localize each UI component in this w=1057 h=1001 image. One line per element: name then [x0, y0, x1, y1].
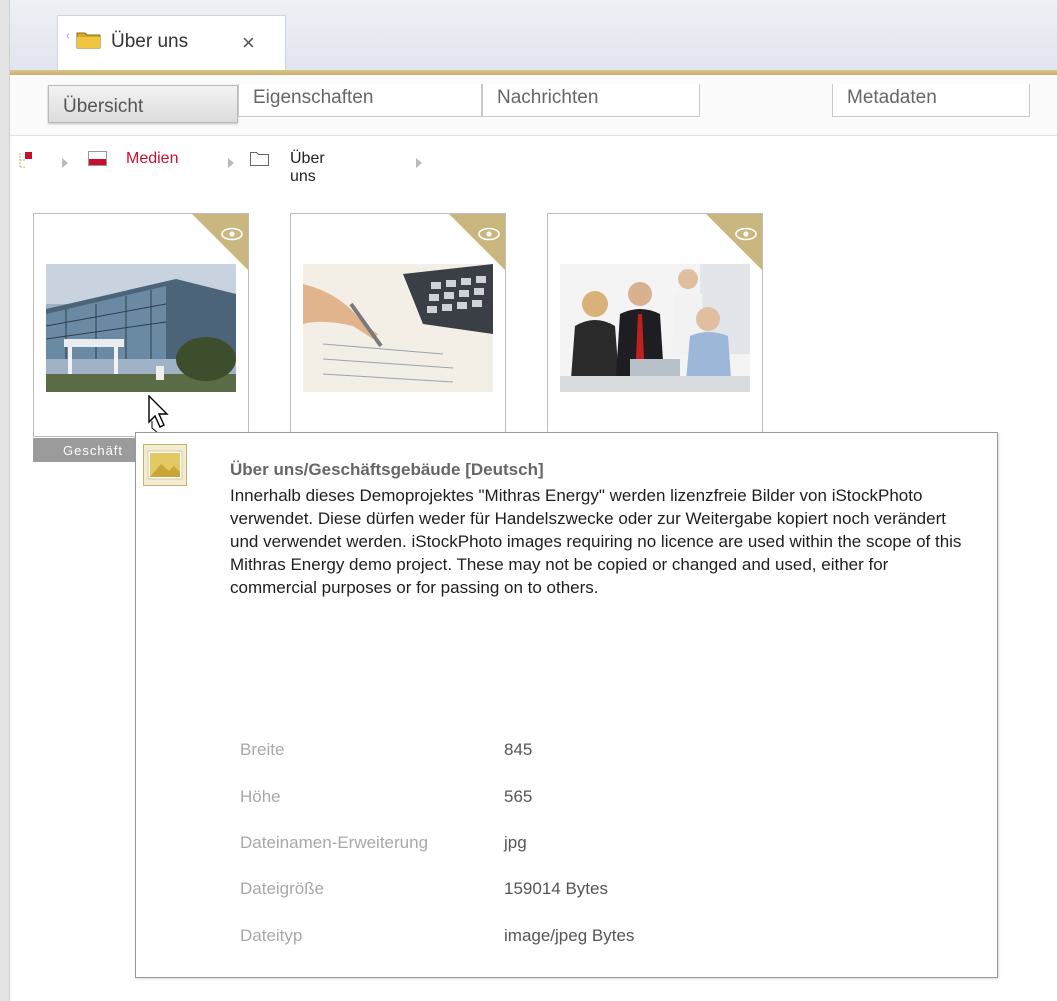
thumbnail-corner	[192, 214, 248, 270]
folder-outline-icon	[250, 152, 269, 166]
tab-label: Über uns	[111, 31, 189, 52]
breadcrumb-ueber-uns[interactable]: Über uns	[290, 150, 325, 186]
meta-label-dateigroesse: Dateigröße	[240, 879, 325, 898]
tooltip-title: Über uns/Geschäftsgebäude [Deutsch]	[230, 460, 544, 479]
team-image	[560, 264, 750, 392]
meta-label-erweiterung: Dateinamen-Erweiterung	[240, 833, 429, 852]
eye-icon[interactable]	[221, 227, 243, 241]
left-border	[0, 0, 10, 1001]
tab-eigenschaften[interactable]: Eigenschaften	[238, 84, 482, 117]
folder-icon	[76, 32, 101, 49]
eye-icon[interactable]	[735, 227, 757, 241]
meta-label-hoehe: Höhe	[240, 787, 281, 806]
thumbnail-corner	[706, 214, 762, 270]
media-tooltip: Über uns/Geschäftsgebäude [Deutsch] Inne…	[135, 432, 998, 978]
breadcrumb-arrow-icon	[416, 158, 422, 168]
building-image	[46, 264, 236, 392]
meta-value-erweiterung: jpg	[504, 833, 527, 852]
meta-value-breite: 845	[504, 740, 533, 759]
sub-tab-bar: Übersicht Eigenschaften Nachrichten Meta…	[10, 75, 1057, 136]
breadcrumb-arrow-icon	[62, 158, 68, 168]
media-thumbnail-building[interactable]: Geschäft	[33, 213, 249, 462]
thumbnail-corner	[449, 214, 505, 270]
tab-nachrichten[interactable]: Nachrichten	[482, 84, 700, 117]
tooltip-description: Innerhalb dieses Demoprojektes "Mithras …	[230, 486, 962, 597]
media-icon	[88, 151, 107, 166]
tab-metadaten[interactable]: Metadaten	[832, 84, 1030, 117]
media-thumbnail-team[interactable]	[547, 213, 763, 437]
tab-scroll-left-icon[interactable]: ‹	[66, 30, 70, 42]
meta-value-hoehe: 565	[504, 787, 533, 806]
tab-close-icon[interactable]: ×	[242, 32, 255, 54]
breadcrumb-medien[interactable]: Medien	[126, 150, 178, 168]
tree-icon[interactable]	[18, 151, 34, 169]
mouse-cursor-icon	[148, 395, 169, 435]
calculator-image	[303, 264, 493, 392]
meta-value-dateityp: image/jpeg Bytes	[504, 926, 635, 945]
image-icon	[143, 444, 187, 486]
breadcrumb-arrow-icon	[228, 158, 234, 168]
tab-uebersicht[interactable]: Übersicht	[48, 85, 238, 123]
tab-ueber-uns[interactable]: ‹ Über uns ×	[57, 15, 286, 70]
media-thumbnail-calculator[interactable]	[290, 213, 506, 437]
meta-value-dateigroesse: 159014 Bytes	[504, 879, 608, 898]
eye-icon[interactable]	[478, 227, 500, 241]
tab-bar: ‹ Über uns ×	[10, 0, 1057, 70]
meta-label-dateityp: Dateityp	[240, 926, 303, 945]
meta-label-breite: Breite	[240, 740, 285, 759]
